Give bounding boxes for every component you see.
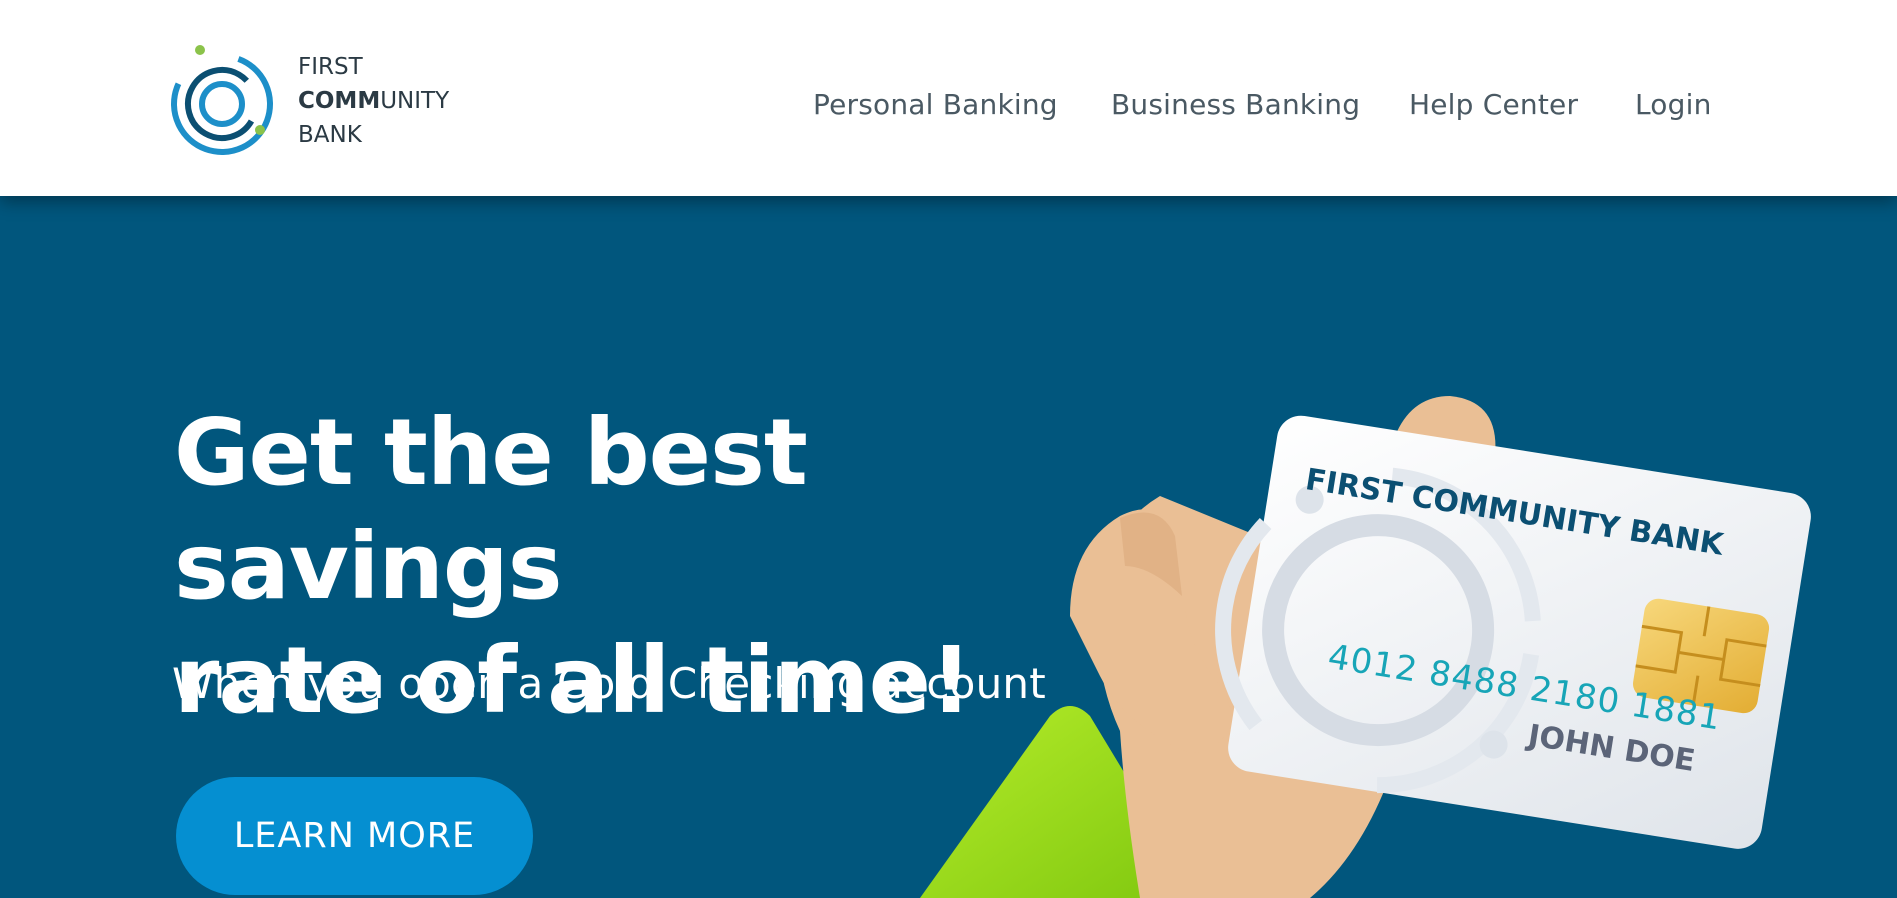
main-nav: Personal Banking Business Banking Help C… [0, 88, 1897, 128]
hero-banner: Get the best savings rate of all time! W… [0, 196, 1897, 898]
nav-personal-banking[interactable]: Personal Banking [813, 88, 1058, 121]
hand-holding-card-illustration: FIRST COMMUNITY BANK 4012 8488 2180 1881… [920, 396, 1811, 898]
nav-help-center[interactable]: Help Center [1409, 88, 1578, 121]
nav-login[interactable]: Login [1635, 88, 1712, 121]
nav-business-banking[interactable]: Business Banking [1111, 88, 1360, 121]
hero-subheadline: When you open a Gold Checking account [172, 659, 1046, 708]
logo-line-1: FIRST [298, 54, 363, 80]
learn-more-button[interactable]: LEARN MORE [176, 777, 533, 895]
site-header: FIRST COMMUNITY BANK Personal Banking Bu… [0, 0, 1897, 196]
